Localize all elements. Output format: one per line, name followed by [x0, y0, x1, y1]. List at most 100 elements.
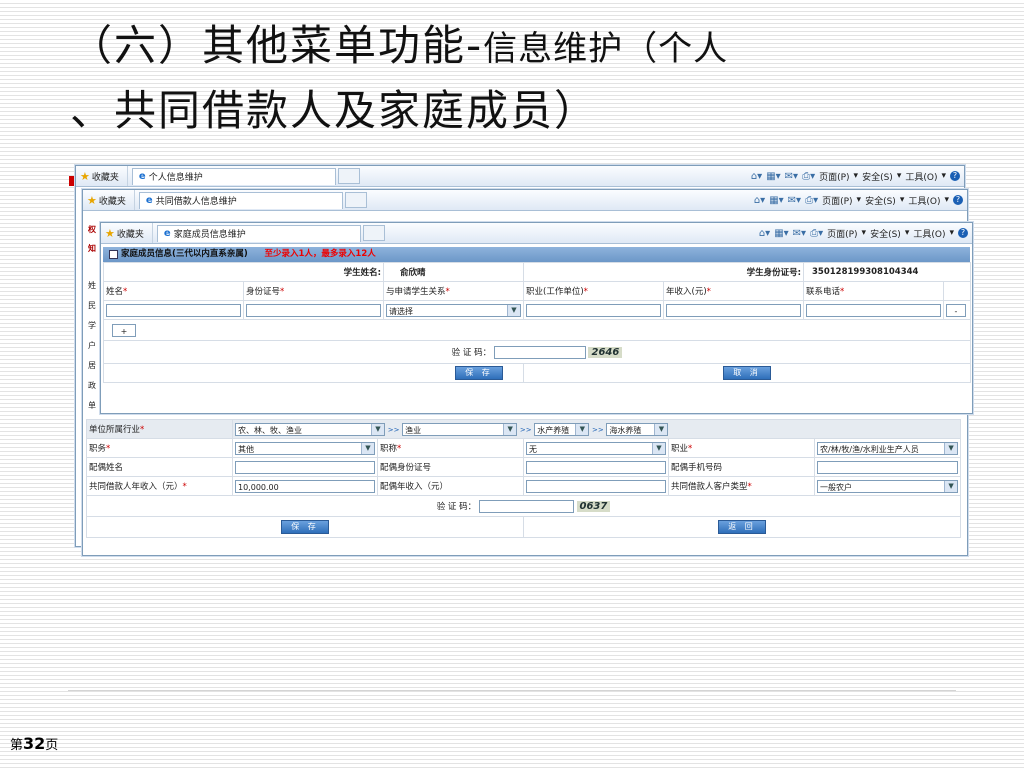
back-button[interactable]: 返 回	[718, 520, 767, 534]
customer-type-label: 共同借款人客户类型*	[668, 476, 815, 496]
occupation-select[interactable]: 农/林/牧/渔/水利业生产人员 ▼	[817, 441, 959, 455]
star-icon: ★	[80, 169, 90, 183]
browser-toolbar: ★ 收藏夹 e 个人信息维护 ⌂▾ ▦▾ ✉▾ ⎙▾ 页面(P) ▾ 安全(S) ▾ 工…	[76, 166, 964, 187]
tools-menu[interactable]: 工具(O)	[908, 194, 940, 207]
mail-icon[interactable]: ✉▾	[793, 228, 806, 239]
partial-labels: 权 知	[88, 225, 96, 253]
student-name-value: 俞欣晴	[383, 262, 524, 282]
student-id-label: 学生身份证号:	[523, 262, 804, 282]
command-bar: ⌂▾ ▦▾ ✉▾ ⎙▾ 页面(P) ▾ 安全(S) ▾ 工具(O) ▾ ?	[759, 223, 968, 243]
ie-icon: e	[138, 171, 146, 182]
member-id-input[interactable]	[246, 303, 381, 317]
remove-row-button[interactable]: -	[946, 303, 966, 317]
tab-personal-info[interactable]: e 个人信息维护	[131, 167, 336, 185]
col-id: 身份证号*	[243, 281, 384, 301]
home-icon[interactable]: ⌂▾	[754, 195, 765, 206]
home-icon[interactable]: ⌂▾	[759, 228, 770, 239]
collapse-icon[interactable]	[109, 250, 118, 259]
member-phone-input[interactable]	[806, 303, 941, 317]
feeds-icon[interactable]: ▦▾	[769, 195, 783, 206]
favorites-button[interactable]: ★ 收藏夹	[76, 166, 128, 186]
occupation-label: 职业*	[668, 438, 815, 458]
industry-selects: 农、林、牧、渔业 ▼ >> 渔业 ▼ >> 水产养殖 ▼ >> 海水养殖 ▼	[231, 419, 962, 439]
student-name-label: 学生姓名:	[103, 262, 384, 282]
captcha-image[interactable]: 2646	[588, 346, 623, 358]
save-button[interactable]: 保 存	[455, 366, 503, 380]
favorites-button[interactable]: ★ 收藏夹	[83, 190, 135, 210]
help-icon[interactable]: ?	[950, 171, 960, 181]
spouse-phone-input[interactable]	[817, 460, 959, 474]
ie-icon: e	[145, 195, 153, 206]
spouse-name-input[interactable]	[235, 460, 375, 474]
page-menu[interactable]: 页面(P)	[827, 227, 857, 240]
student-id-value: 350128199308104344	[803, 262, 971, 282]
spouse-id-label: 配偶身份证号	[377, 457, 524, 477]
tools-menu[interactable]: 工具(O)	[913, 227, 945, 240]
new-tab-button[interactable]	[344, 192, 367, 208]
help-icon[interactable]: ?	[958, 228, 968, 238]
new-tab-button[interactable]	[337, 168, 360, 184]
industry-select-4[interactable]: 海水养殖 ▼	[606, 422, 669, 436]
safety-menu[interactable]: 安全(S)	[862, 170, 893, 183]
industry-select-3[interactable]: 水产养殖 ▼	[534, 422, 590, 436]
window-family-info: ★ 收藏夹 e 家庭成员信息维护 ⌂▾ ▦▾ ✉▾ ⎙▾ 页面(P) ▾ 安全(S) ▾…	[100, 222, 973, 414]
page-menu[interactable]: 页面(P)	[819, 170, 849, 183]
coborrower-income-input[interactable]: 10,000.00	[235, 479, 375, 493]
col-occupation: 职业(工作单位)*	[523, 281, 664, 301]
mail-icon[interactable]: ✉▾	[788, 195, 801, 206]
browser-toolbar: ★ 收藏夹 e 共同借款人信息维护 ⌂▾ ▦▾ ✉▾ ⎙▾ 页面(P) ▾ 安全(S)…	[83, 190, 967, 211]
print-icon[interactable]: ⎙▾	[802, 171, 815, 182]
title-rank-select[interactable]: 无 ▼	[526, 441, 666, 455]
spouse-phone-label: 配偶手机号码	[668, 457, 815, 477]
member-income-input[interactable]	[666, 303, 801, 317]
add-row-button[interactable]: +	[112, 323, 136, 337]
mail-icon[interactable]: ✉▾	[785, 171, 798, 182]
captcha-image[interactable]: 0637	[576, 500, 611, 512]
feeds-icon[interactable]: ▦▾	[766, 171, 780, 182]
home-icon[interactable]: ⌂▾	[751, 171, 762, 182]
cancel-button[interactable]: 取 消	[723, 366, 771, 380]
captcha-input[interactable]	[478, 499, 574, 513]
spouse-income-input[interactable]	[526, 479, 666, 493]
title-small: 信息维护（个人	[483, 29, 729, 69]
captcha-input[interactable]	[493, 345, 586, 359]
new-tab-button[interactable]	[362, 225, 385, 241]
duty-select[interactable]: 其他 ▼	[235, 441, 375, 455]
industry-select-1[interactable]: 农、林、牧、渔业 ▼	[235, 422, 385, 436]
title-big: （六）其他菜单功能-	[70, 21, 484, 70]
page-menu[interactable]: 页面(P)	[822, 194, 852, 207]
spouse-income-label: 配偶年收入（元）	[377, 476, 524, 496]
tab-family-info[interactable]: e 家庭成员信息维护	[156, 224, 361, 242]
col-income: 年收入(元)*	[663, 281, 804, 301]
star-icon: ★	[105, 226, 115, 240]
feeds-icon[interactable]: ▦▾	[774, 228, 788, 239]
star-icon: ★	[87, 193, 97, 207]
command-bar: ⌂▾ ▦▾ ✉▾ ⎙▾ 页面(P) ▾ 安全(S) ▾ 工具(O) ▾ ?	[754, 190, 963, 210]
member-name-input[interactable]	[106, 303, 241, 317]
save-button[interactable]: 保 存	[281, 520, 329, 534]
captcha-label: 验 证 码：	[436, 501, 477, 512]
footer-divider	[68, 690, 956, 691]
tools-menu[interactable]: 工具(O)	[905, 170, 937, 183]
safety-menu[interactable]: 安全(S)	[870, 227, 901, 240]
tab-coborrower-info[interactable]: e 共同借款人信息维护	[138, 191, 343, 209]
industry-select-2[interactable]: 渔业 ▼	[402, 422, 518, 436]
col-name: 姓名*	[103, 281, 244, 301]
customer-type-select[interactable]: 一般农户 ▼	[817, 479, 959, 493]
partial-labels-2: 姓 民 学 户 居 政 单	[88, 281, 96, 410]
title-rank-label: 职称*	[377, 438, 524, 458]
section-header: 家庭成员信息(三代以内直系亲属) 至少录入1人，最多录入12人	[103, 247, 970, 262]
relation-select[interactable]: 请选择 ▼	[386, 303, 521, 317]
captcha-label: 验 证 码：	[451, 347, 492, 358]
print-icon[interactable]: ⎙▾	[805, 195, 818, 206]
captcha-row: 验 证 码： 0637	[85, 495, 962, 517]
member-occupation-input[interactable]	[526, 303, 661, 317]
section-note: 至少录入1人，最多录入12人	[264, 249, 376, 259]
favorites-button[interactable]: ★ 收藏夹	[101, 223, 153, 243]
safety-menu[interactable]: 安全(S)	[865, 194, 896, 207]
help-icon[interactable]: ?	[953, 195, 963, 205]
captcha-row: 验 证 码： 2646	[103, 340, 971, 364]
spouse-id-input[interactable]	[526, 460, 666, 474]
print-icon[interactable]: ⎙▾	[810, 228, 823, 239]
coborrower-income-label: 共同借款人年收入（元）*	[86, 476, 233, 496]
